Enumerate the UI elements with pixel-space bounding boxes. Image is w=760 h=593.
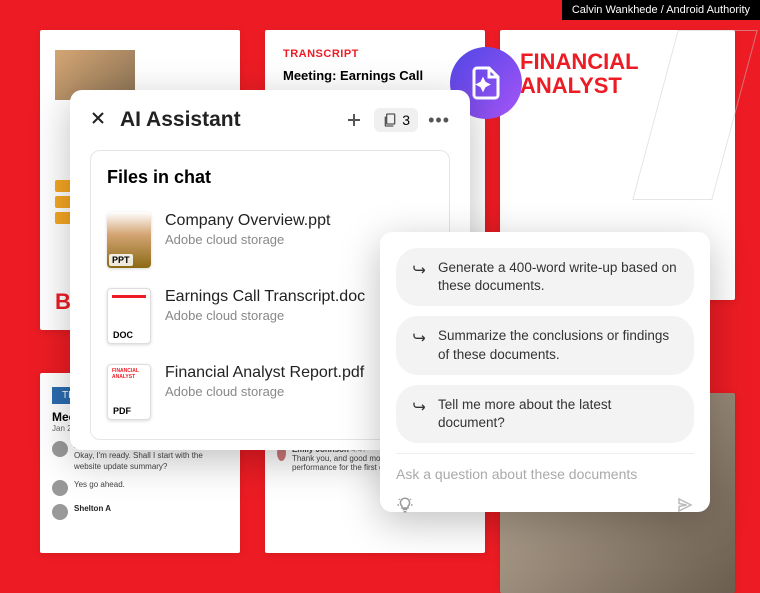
file-name: Financial Analyst Report.pdf xyxy=(165,364,364,382)
files-heading: Files in chat xyxy=(107,167,433,188)
document-count-chip[interactable]: 3 xyxy=(374,108,418,132)
question-input[interactable]: Ask a question about these documents xyxy=(396,466,694,482)
transcript-title: Meeting: Earnings Call xyxy=(283,68,467,92)
suggestion-chip[interactable]: Summarize the conclusions or findings of… xyxy=(396,316,694,374)
file-type-tag: PPT xyxy=(109,254,133,266)
suggestion-text: Tell me more about the latest document? xyxy=(438,396,678,432)
ideas-button[interactable] xyxy=(396,496,414,514)
suggestions-panel: Generate a 400-word write-up based on th… xyxy=(380,232,710,512)
suggestion-chip[interactable]: Tell me more about the latest document? xyxy=(396,385,694,443)
more-button[interactable]: ••• xyxy=(428,110,450,131)
panel-title: AI Assistant xyxy=(120,108,241,132)
panel-header: AI Assistant 3 ••• xyxy=(90,108,450,132)
reply-arrow-icon xyxy=(412,261,428,277)
suggestion-chip[interactable]: Generate a 400-word write-up based on th… xyxy=(396,248,694,306)
reply-arrow-icon xyxy=(412,398,428,414)
documents-icon xyxy=(382,112,398,128)
add-button[interactable] xyxy=(344,110,364,130)
file-type-tag: PDF xyxy=(110,405,134,417)
brand-letter: B xyxy=(55,289,70,315)
file-type-tag: DOC xyxy=(110,329,136,341)
reply-arrow-icon xyxy=(412,329,428,345)
close-button[interactable] xyxy=(90,109,106,132)
transcript-label: TRANSCRIPT xyxy=(283,48,467,60)
file-name: Company Overview.ppt xyxy=(165,212,330,230)
file-thumbnail-pdf: FINANCIALANALYSTPDF xyxy=(107,364,151,420)
suggestion-text: Summarize the conclusions or findings of… xyxy=(438,327,678,363)
close-icon xyxy=(90,110,106,126)
report-heading-2: ANALYST xyxy=(520,73,622,98)
report-heading-1: FINANCIAL xyxy=(520,49,639,74)
send-icon xyxy=(676,496,694,514)
file-name: Earnings Call Transcript.doc xyxy=(165,288,365,306)
file-thumbnail-doc: DOC xyxy=(107,288,151,344)
image-credit: Calvin Wankhede / Android Authority xyxy=(562,0,760,20)
file-source: Adobe cloud storage xyxy=(165,384,364,399)
document-sparkle-icon xyxy=(468,65,504,101)
send-button[interactable] xyxy=(676,496,694,514)
lightbulb-icon xyxy=(396,496,414,514)
file-source: Adobe cloud storage xyxy=(165,308,365,323)
plus-icon xyxy=(344,110,364,130)
question-input-area: Ask a question about these documents xyxy=(396,453,694,514)
document-count-value: 3 xyxy=(402,112,410,128)
file-thumbnail-ppt: PPT xyxy=(107,212,151,268)
more-icon: ••• xyxy=(428,110,450,131)
suggestion-text: Generate a 400-word write-up based on th… xyxy=(438,259,678,295)
file-source: Adobe cloud storage xyxy=(165,232,330,247)
